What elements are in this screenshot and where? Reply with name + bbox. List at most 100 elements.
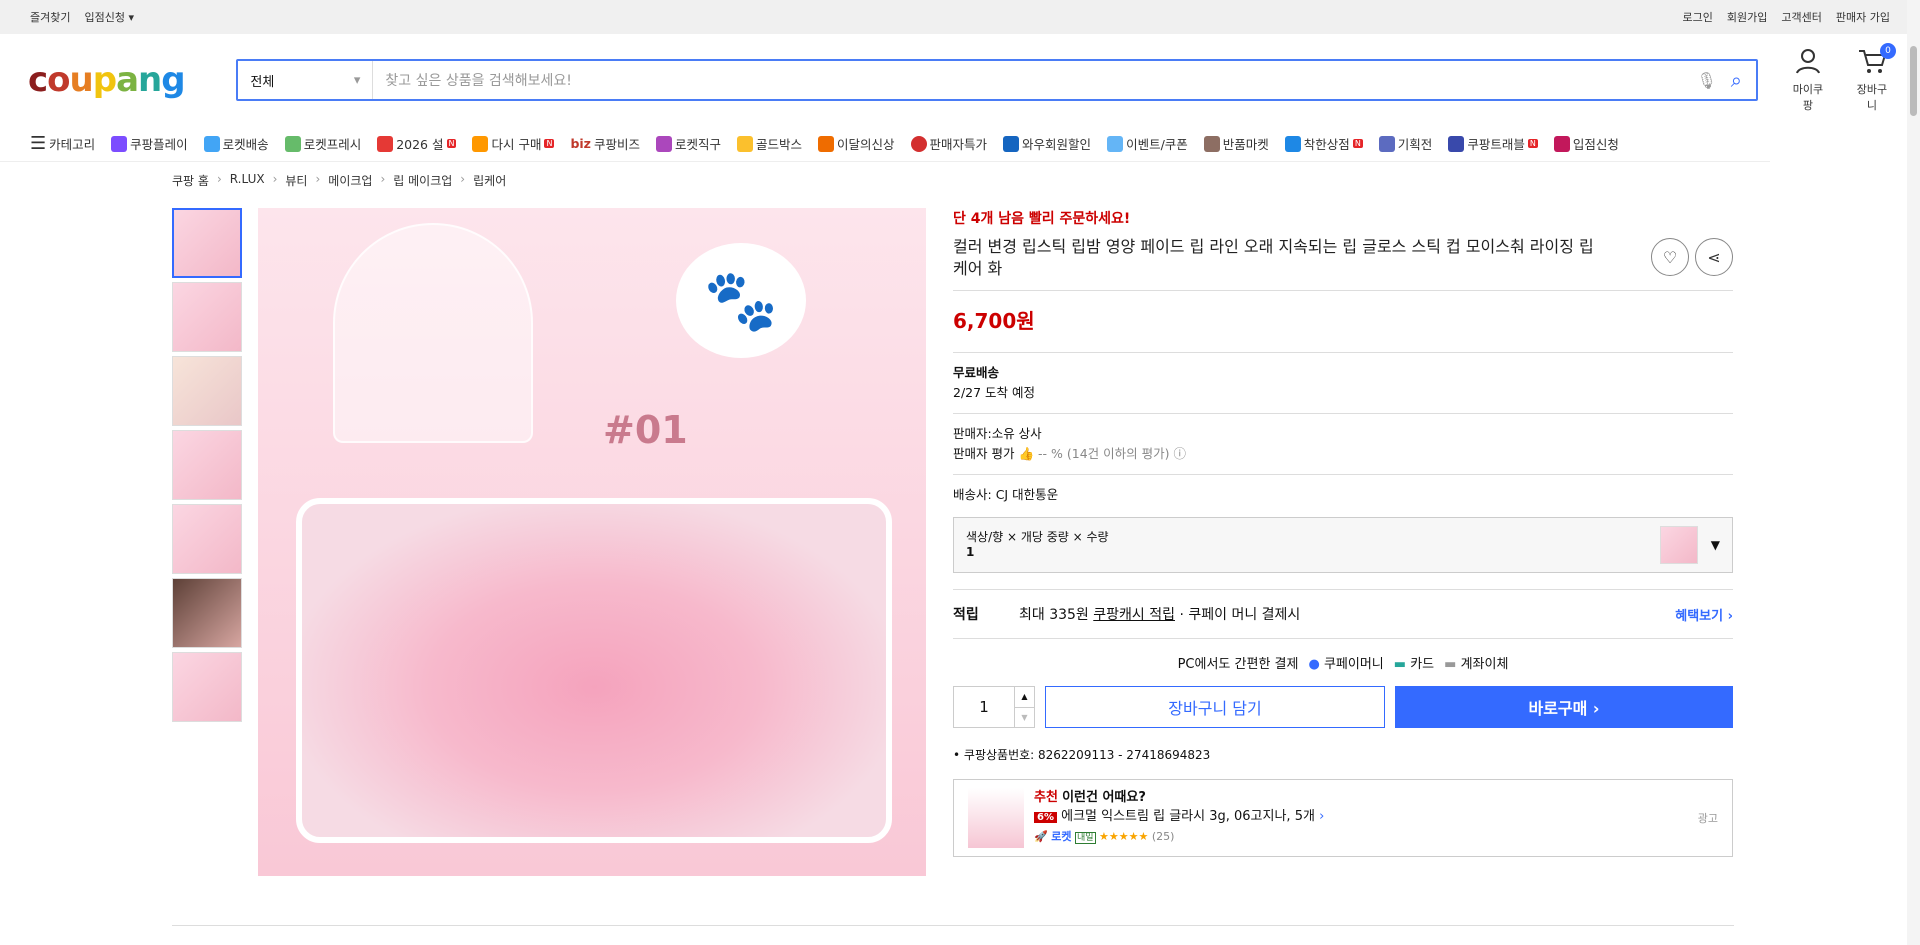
option-select[interactable]: 색상/향 × 개당 중량 × 수량 1 ▼ (953, 517, 1733, 573)
coupay-icon: ● (1308, 657, 1320, 672)
nav-item-event[interactable]: 이벤트/쿠폰 (1107, 134, 1188, 153)
thumbnail[interactable] (172, 578, 242, 648)
search-bar: 전체 ▾ 찾고 싶은 상품을 검색해보세요! 🎙 ⌕ (236, 59, 1758, 101)
scrollbar[interactable] (1907, 0, 1920, 945)
global-rocket-icon (655, 135, 672, 152)
info-icon[interactable]: ⓘ (1173, 446, 1186, 461)
nav-item-seller-deal[interactable]: 판매자특가 (910, 134, 987, 153)
signup-link[interactable]: 회원가입 (1727, 9, 1767, 25)
wow-icon (1003, 135, 1020, 152)
thumbnail[interactable] (172, 208, 242, 278)
share-button[interactable]: ⋖ (1695, 238, 1733, 276)
chevron-down-icon: ▼ (1710, 538, 1720, 552)
shipping-title: 무료배송 (953, 365, 1000, 380)
rec-name: 에크멀 익스트림 립 글라시 3g, 06고지나, 5개 (1061, 809, 1315, 824)
stock-warning: 단 4개 남음 빨리 주문하세요! (953, 211, 1131, 227)
bookmark-link[interactable]: 즐겨찾기 (30, 9, 70, 25)
breadcrumb-item[interactable]: 메이크업 (328, 172, 372, 189)
search-input[interactable]: 찾고 싶은 상품을 검색해보세요! (373, 70, 1696, 90)
shopping-bag-icon (818, 135, 835, 152)
rec-tag: 추천 (1034, 790, 1058, 805)
review-count: (25) (1151, 830, 1175, 843)
market-icon (1203, 135, 1220, 152)
coupang-logo[interactable]: coupang (28, 60, 206, 100)
tomorrow-badge: 내일 (1074, 832, 1096, 844)
nav-item-lunar[interactable]: 2026 설N (377, 134, 457, 153)
new-badge: N (1352, 139, 1363, 148)
scrollbar-thumb[interactable] (1910, 46, 1917, 116)
nav-item-goldbox[interactable]: 골드박스 (737, 134, 802, 153)
buy-now-button[interactable]: 바로구매 › (1395, 686, 1733, 728)
benefit-link[interactable]: 혜택보기 › (1675, 605, 1733, 624)
nav-item-new-arrivals[interactable]: 이달의신상 (818, 134, 895, 153)
chevron-up-icon[interactable]: ▲ (1015, 687, 1034, 707)
payment-methods: PC에서도 간편한 결제 ● 쿠페이머니 ▬ 카드 ▬ 계좌이체 (953, 653, 1733, 672)
nav-item-rocket-delivery[interactable]: 로켓배송 (203, 134, 269, 153)
divider (953, 352, 1733, 353)
thumbnail[interactable] (172, 504, 242, 574)
seller-rating: 판매자 평가 👍 -- % (14건 이하의 평가) ⓘ (953, 446, 1186, 461)
product-id: • 쿠팡상품번호: 8262209113 - 27418694823 (953, 748, 1211, 762)
nav-item-wow[interactable]: 와우회원할인 (1003, 134, 1091, 153)
bank-icon: ▬ (1444, 657, 1457, 672)
nav-item-good-store[interactable]: 착한상점 N (1284, 134, 1363, 153)
seller-signup-link[interactable]: 판매자 가입 (1836, 9, 1890, 25)
wishlist-button[interactable]: ♡ (1651, 238, 1689, 276)
category-nav: ☰ 카테고리 쿠팡플레이 로켓배송 로켓프레시 2026 설N 다시 구매 N bi… (0, 126, 1770, 162)
thumbnail-list (172, 208, 244, 722)
search-category-select[interactable]: 전체 ▾ (238, 61, 374, 99)
recommendation-card[interactable]: 추천 이런건 어때요? 6% 에크멀 익스트림 립 글라시 3g, 06고지나,… (953, 779, 1733, 857)
nav-item-coupang-play[interactable]: 쿠팡플레이 (111, 134, 188, 153)
store-icon (1284, 135, 1301, 152)
quantity-stepper[interactable]: 1 ▲ ▼ (953, 686, 1035, 728)
card-pay: ▬ 카드 (1393, 657, 1435, 672)
cart-count-badge: 0 (1879, 43, 1896, 59)
carrier-name: CJ 대한통운 (995, 487, 1059, 502)
thumbnail[interactable] (172, 652, 242, 722)
breadcrumb-item[interactable]: R.LUX (230, 172, 265, 189)
goldbox-icon (737, 135, 753, 152)
nav-item-rebuy[interactable]: 다시 구매 N (472, 134, 555, 153)
entry-link[interactable]: 입점신청 ▾ (84, 9, 134, 25)
customer-center-link[interactable]: 고객센터 (1781, 9, 1821, 25)
divider (953, 474, 1733, 475)
reward-label: 적립 (953, 607, 979, 623)
rocket-fresh-icon (284, 135, 301, 152)
thumbnail[interactable] (172, 282, 242, 352)
seller-name[interactable]: 판매자:소유 상사 (953, 424, 1733, 444)
chevron-right-icon[interactable]: › (1319, 809, 1324, 824)
nav-item-entry[interactable]: 입점신청 (1553, 134, 1619, 153)
breadcrumb-item[interactable]: 립케어 (473, 172, 506, 189)
breadcrumb-item[interactable]: 쿠팡 홈 (172, 172, 209, 189)
new-badge: N (1527, 139, 1538, 148)
chevron-down-icon[interactable]: ▼ (1015, 706, 1034, 728)
paw-icon: 🐾 (676, 243, 806, 358)
cart-button[interactable]: 0 장바구니 (1852, 43, 1896, 113)
new-badge: N (544, 139, 555, 148)
thumbnail[interactable] (172, 430, 242, 500)
product-main-image[interactable]: 🐾 #01 (258, 208, 926, 876)
category-menu-button[interactable]: ☰ 카테고리 (30, 133, 95, 154)
option-thumbnail (1660, 526, 1698, 564)
nav-item-rocket-fresh[interactable]: 로켓프레시 (284, 134, 361, 153)
nav-item-return-market[interactable]: 반품마켓 (1203, 134, 1269, 153)
nav-item-special[interactable]: 기획전 (1378, 134, 1432, 153)
add-to-cart-button[interactable]: 장바구니 담기 (1045, 686, 1385, 728)
nav-item-biz[interactable]: biz 쿠팡비즈 (570, 134, 640, 153)
reward-text: 최대 335원 (1019, 607, 1089, 623)
thumbnail[interactable] (172, 356, 242, 426)
breadcrumb-item[interactable]: 립 메이크업 (393, 172, 452, 189)
nav-item-travel[interactable]: 쿠팡트래블 N (1448, 134, 1538, 153)
nav-item-global[interactable]: 로켓직구 (655, 134, 721, 153)
cash-reward-link[interactable]: 쿠팡캐시 적립 (1093, 604, 1175, 624)
new-badge: N (446, 139, 457, 148)
header: coupang 전체 ▾ 찾고 싶은 상품을 검색해보세요! 🎙 ⌕ 마이쿠팡 … (0, 34, 1920, 126)
search-icon[interactable]: ⌕ (1731, 68, 1742, 92)
mic-icon[interactable]: 🎙 (1696, 71, 1716, 90)
mypage-button[interactable]: 마이쿠팡 (1788, 47, 1828, 113)
hamburger-icon: ☰ (30, 133, 47, 154)
login-link[interactable]: 로그인 (1683, 9, 1713, 25)
storefront-icon (1553, 135, 1570, 152)
user-icon (1795, 49, 1820, 74)
breadcrumb-item[interactable]: 뷰티 (285, 172, 307, 189)
